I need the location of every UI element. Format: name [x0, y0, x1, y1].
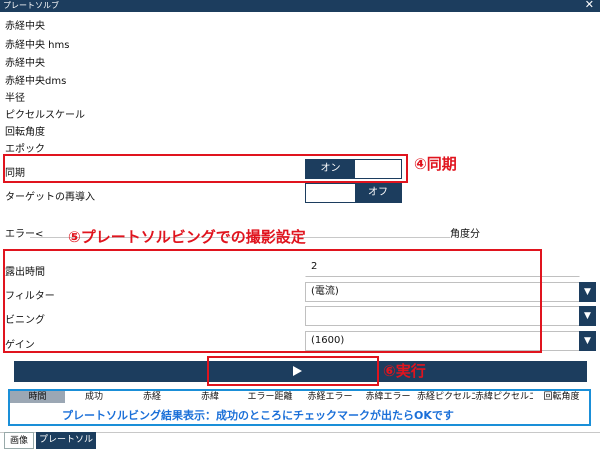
window-title-bar: プレートソルブ ✕ — [0, 0, 600, 12]
run-annotation: ⑥実行 — [383, 362, 426, 380]
binning-dropdown-icon[interactable]: ▼ — [579, 306, 596, 326]
close-icon[interactable]: ✕ — [585, 0, 594, 11]
reslew-label: ターゲットの再導入 — [5, 192, 95, 203]
info-ra-center-hms: 赤経中央 hms — [5, 40, 70, 51]
run-highlight-box — [207, 356, 379, 386]
settings-annotation: ⑤プレートソルビングでの撮影設定 — [68, 228, 306, 246]
reslew-toggle[interactable]: オフ — [305, 183, 402, 203]
reslew-on-option[interactable] — [306, 184, 355, 202]
info-rotation: 回転角度 — [5, 127, 45, 138]
info-dec-center: 赤経中央 — [5, 58, 45, 69]
window-title: プレートソルブ — [3, 1, 59, 10]
info-epoch: エポック — [5, 144, 45, 155]
tab-plate-solve[interactable]: プレートソルブ — [36, 432, 96, 449]
filter-dropdown-icon[interactable]: ▼ — [579, 282, 596, 302]
error-unit: 角度分 — [450, 229, 480, 240]
info-radius: 半径 — [5, 93, 25, 104]
sync-annotation: ④同期 — [414, 155, 457, 173]
gain-dropdown-icon[interactable]: ▼ — [579, 331, 596, 351]
results-annotation: プレートソルビング結果表示：成功のところにチェックマークが出たらOKです — [62, 409, 454, 422]
info-dec-center-dms: 赤経中央dms — [5, 76, 67, 87]
settings-highlight-box — [3, 249, 542, 353]
info-pixel-scale: ピクセルスケール — [5, 110, 85, 121]
info-ra-center: 赤経中央 — [5, 21, 45, 32]
reslew-off-option[interactable]: オフ — [355, 184, 401, 202]
tab-image[interactable]: 画像 — [4, 432, 34, 449]
sync-highlight-box — [3, 154, 408, 183]
